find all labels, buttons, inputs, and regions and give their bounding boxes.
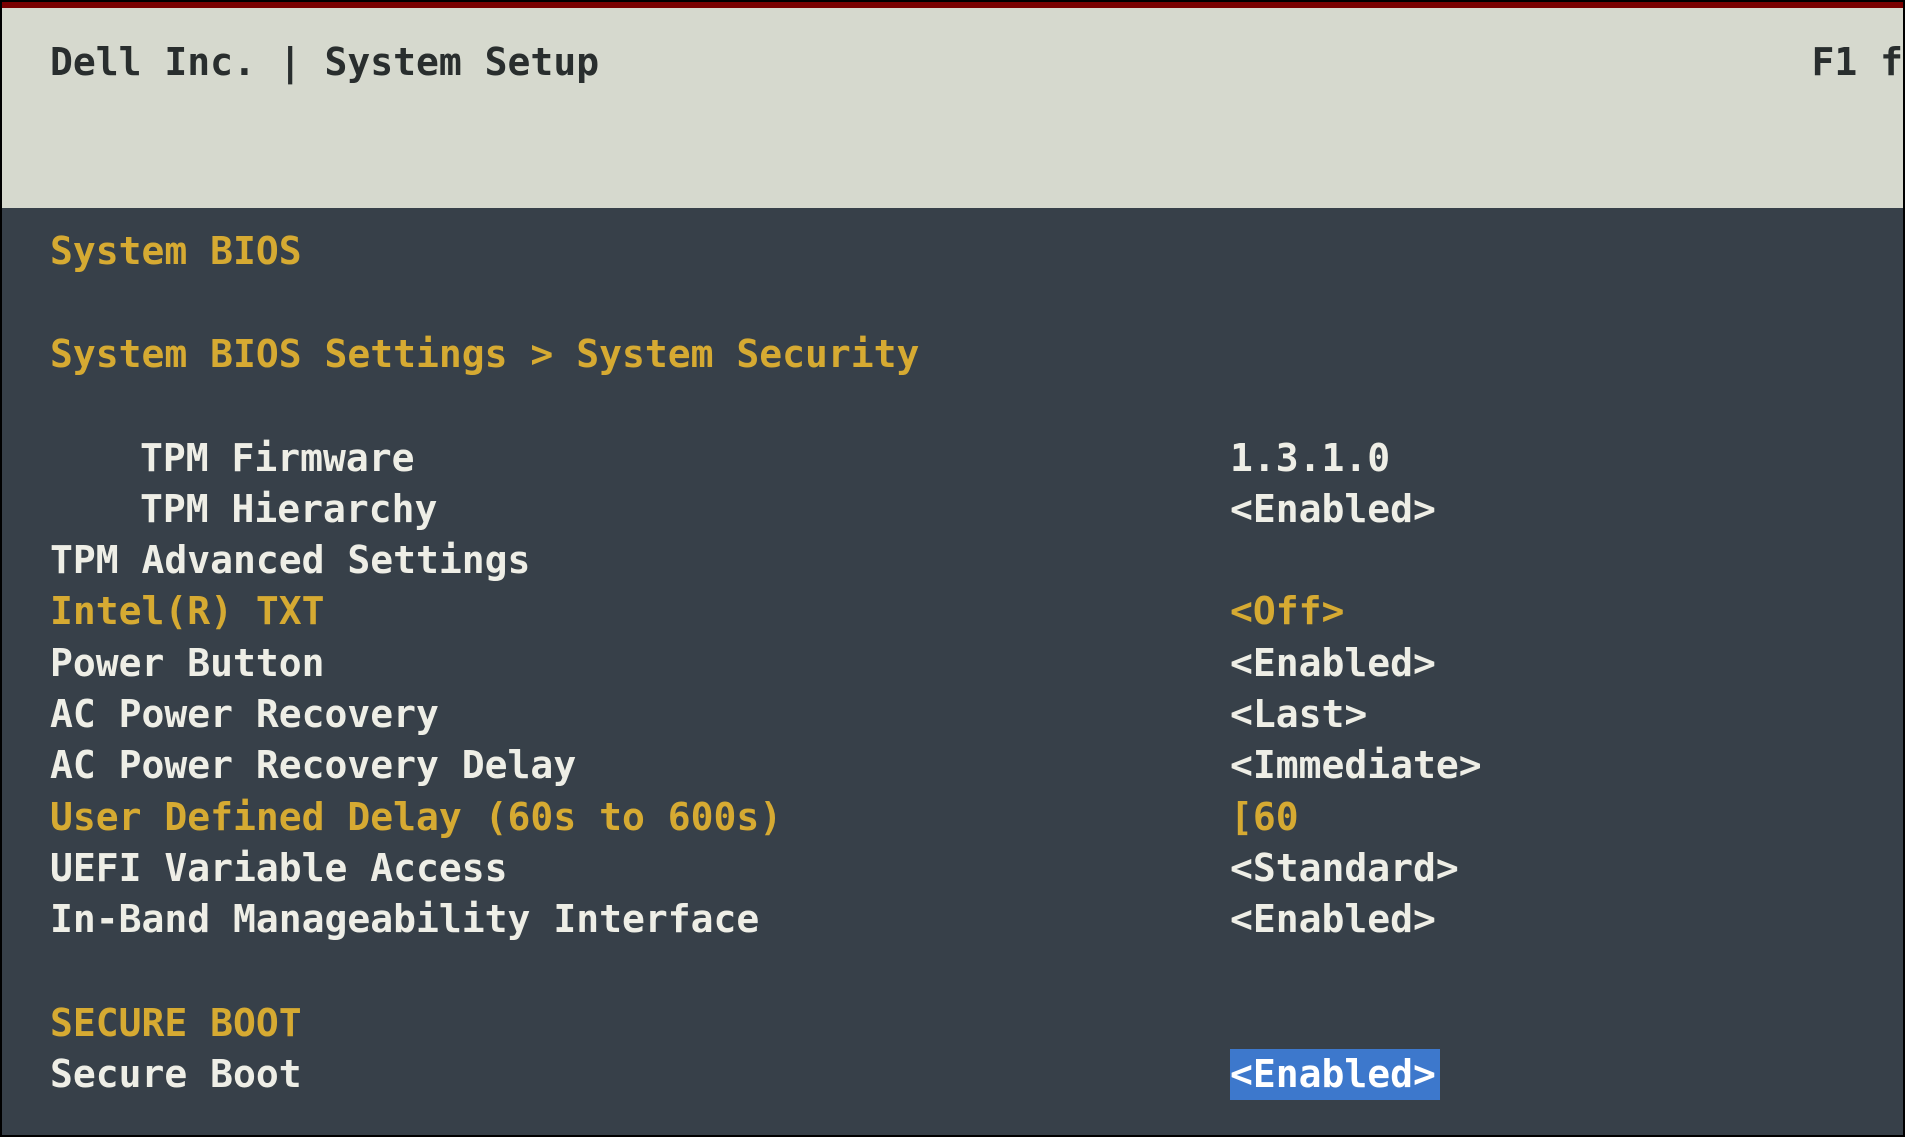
row-uefi-variable-access[interactable]: UEFI Variable Access <Standard> xyxy=(50,843,1855,894)
row-secure-boot[interactable]: Secure Boot <Enabled> xyxy=(50,1049,1855,1100)
row-user-defined-delay[interactable]: User Defined Delay (60s to 600s) [60 xyxy=(50,792,1855,843)
value-uefi-variable-access: <Standard> xyxy=(1230,843,1855,894)
label-in-band-manageability: In-Band Manageability Interface xyxy=(50,894,1230,945)
section-title-text: System BIOS xyxy=(50,226,302,277)
value-tpm-hierarchy: <Enabled> xyxy=(1230,484,1855,535)
row-in-band-manageability[interactable]: In-Band Manageability Interface <Enabled… xyxy=(50,894,1855,945)
section-title: System BIOS xyxy=(50,226,1855,277)
bios-header: Dell Inc. | System Setup F1 f xyxy=(2,8,1903,208)
secure-boot-header-text: SECURE BOOT xyxy=(50,998,302,1049)
spacer xyxy=(50,277,1855,329)
value-intel-txt: <Off> xyxy=(1230,586,1855,637)
value-power-button: <Enabled> xyxy=(1230,638,1855,689)
label-user-defined-delay: User Defined Delay (60s to 600s) xyxy=(50,792,1230,843)
bios-window: Dell Inc. | System Setup F1 f System BIO… xyxy=(0,0,1905,1137)
spacer xyxy=(50,946,1855,998)
row-power-button[interactable]: Power Button <Enabled> xyxy=(50,638,1855,689)
value-ac-power-recovery-delay: <Immediate> xyxy=(1230,740,1855,791)
spacer xyxy=(50,381,1855,433)
value-ac-power-recovery: <Last> xyxy=(1230,689,1855,740)
value-in-band-manageability: <Enabled> xyxy=(1230,894,1855,945)
label-power-button: Power Button xyxy=(50,638,1230,689)
label-intel-txt: Intel(R) TXT xyxy=(50,586,1230,637)
value-secure-boot-wrap: <Enabled> xyxy=(1230,1049,1855,1100)
row-intel-txt[interactable]: Intel(R) TXT <Off> xyxy=(50,586,1855,637)
row-tpm-hierarchy[interactable]: TPM Hierarchy <Enabled> xyxy=(50,484,1855,535)
bios-content: System BIOS System BIOS Settings > Syste… xyxy=(2,208,1903,1100)
row-ac-power-recovery-delay[interactable]: AC Power Recovery Delay <Immediate> xyxy=(50,740,1855,791)
help-hint: F1 f xyxy=(1811,40,1903,84)
row-ac-power-recovery[interactable]: AC Power Recovery <Last> xyxy=(50,689,1855,740)
value-tpm-advanced xyxy=(1230,535,1855,586)
breadcrumb-text: System BIOS Settings > System Security xyxy=(50,329,919,380)
secure-boot-header: SECURE BOOT xyxy=(50,998,1855,1049)
label-tpm-firmware: TPM Firmware xyxy=(50,433,1230,484)
row-tpm-firmware[interactable]: TPM Firmware 1.3.1.0 xyxy=(50,433,1855,484)
label-ac-power-recovery-delay: AC Power Recovery Delay xyxy=(50,740,1230,791)
header-title: Dell Inc. | System Setup xyxy=(50,40,599,84)
breadcrumb: System BIOS Settings > System Security xyxy=(50,329,1855,380)
row-tpm-advanced[interactable]: TPM Advanced Settings xyxy=(50,535,1855,586)
value-tpm-firmware: 1.3.1.0 xyxy=(1230,433,1855,484)
label-uefi-variable-access: UEFI Variable Access xyxy=(50,843,1230,894)
label-tpm-advanced: TPM Advanced Settings xyxy=(50,535,1230,586)
label-tpm-hierarchy: TPM Hierarchy xyxy=(50,484,1230,535)
value-secure-boot[interactable]: <Enabled> xyxy=(1230,1049,1440,1100)
label-secure-boot: Secure Boot xyxy=(50,1049,1230,1100)
label-ac-power-recovery: AC Power Recovery xyxy=(50,689,1230,740)
value-user-defined-delay: [60 xyxy=(1230,792,1855,843)
